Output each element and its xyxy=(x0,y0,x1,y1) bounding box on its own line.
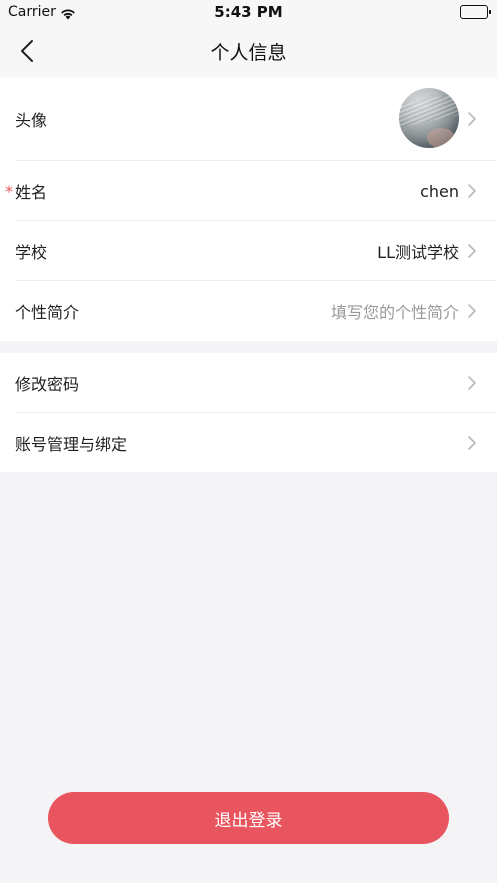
school-row[interactable]: 学校 LL测试学校 xyxy=(0,221,497,281)
chevron-right-icon xyxy=(468,111,476,126)
school-value: LL测试学校 xyxy=(377,243,459,262)
account-binding-row[interactable]: 账号管理与绑定 xyxy=(0,413,497,472)
account-section: 修改密码 账号管理与绑定 xyxy=(0,353,497,472)
name-value: chen xyxy=(420,181,459,201)
chevron-right-icon xyxy=(468,304,476,318)
logout-button[interactable]: 退出登录 xyxy=(48,792,449,844)
name-label: 姓名 xyxy=(15,183,48,202)
profile-section: 头像 * 姓名 chen 学校 LL测试学校 个性简介 填写您的个性简介 xyxy=(0,77,497,341)
bio-placeholder: 填写您的个性简介 xyxy=(330,303,459,322)
change-password-row[interactable]: 修改密码 xyxy=(0,353,497,412)
status-bar: Carrier 5:43 PM xyxy=(0,0,497,24)
bio-label: 个性简介 xyxy=(15,303,80,322)
status-time: 5:43 PM xyxy=(214,3,283,21)
nav-bar: 个人信息 xyxy=(0,24,497,77)
chevron-right-icon xyxy=(468,435,476,450)
chevron-right-icon xyxy=(468,184,476,198)
page-title: 个人信息 xyxy=(210,42,287,64)
avatar-row[interactable]: 头像 xyxy=(0,77,497,160)
bio-row[interactable]: 个性简介 填写您的个性简介 xyxy=(0,281,497,341)
battery-icon xyxy=(460,5,491,19)
avatar-label: 头像 xyxy=(15,110,48,130)
change-password-label: 修改密码 xyxy=(15,374,80,394)
avatar[interactable] xyxy=(399,88,459,148)
required-mark: * xyxy=(5,181,13,201)
chevron-right-icon xyxy=(468,244,476,258)
chevron-right-icon xyxy=(468,375,476,390)
account-binding-label: 账号管理与绑定 xyxy=(15,434,128,454)
school-label: 学校 xyxy=(15,243,48,262)
name-row[interactable]: * 姓名 chen xyxy=(0,161,497,221)
